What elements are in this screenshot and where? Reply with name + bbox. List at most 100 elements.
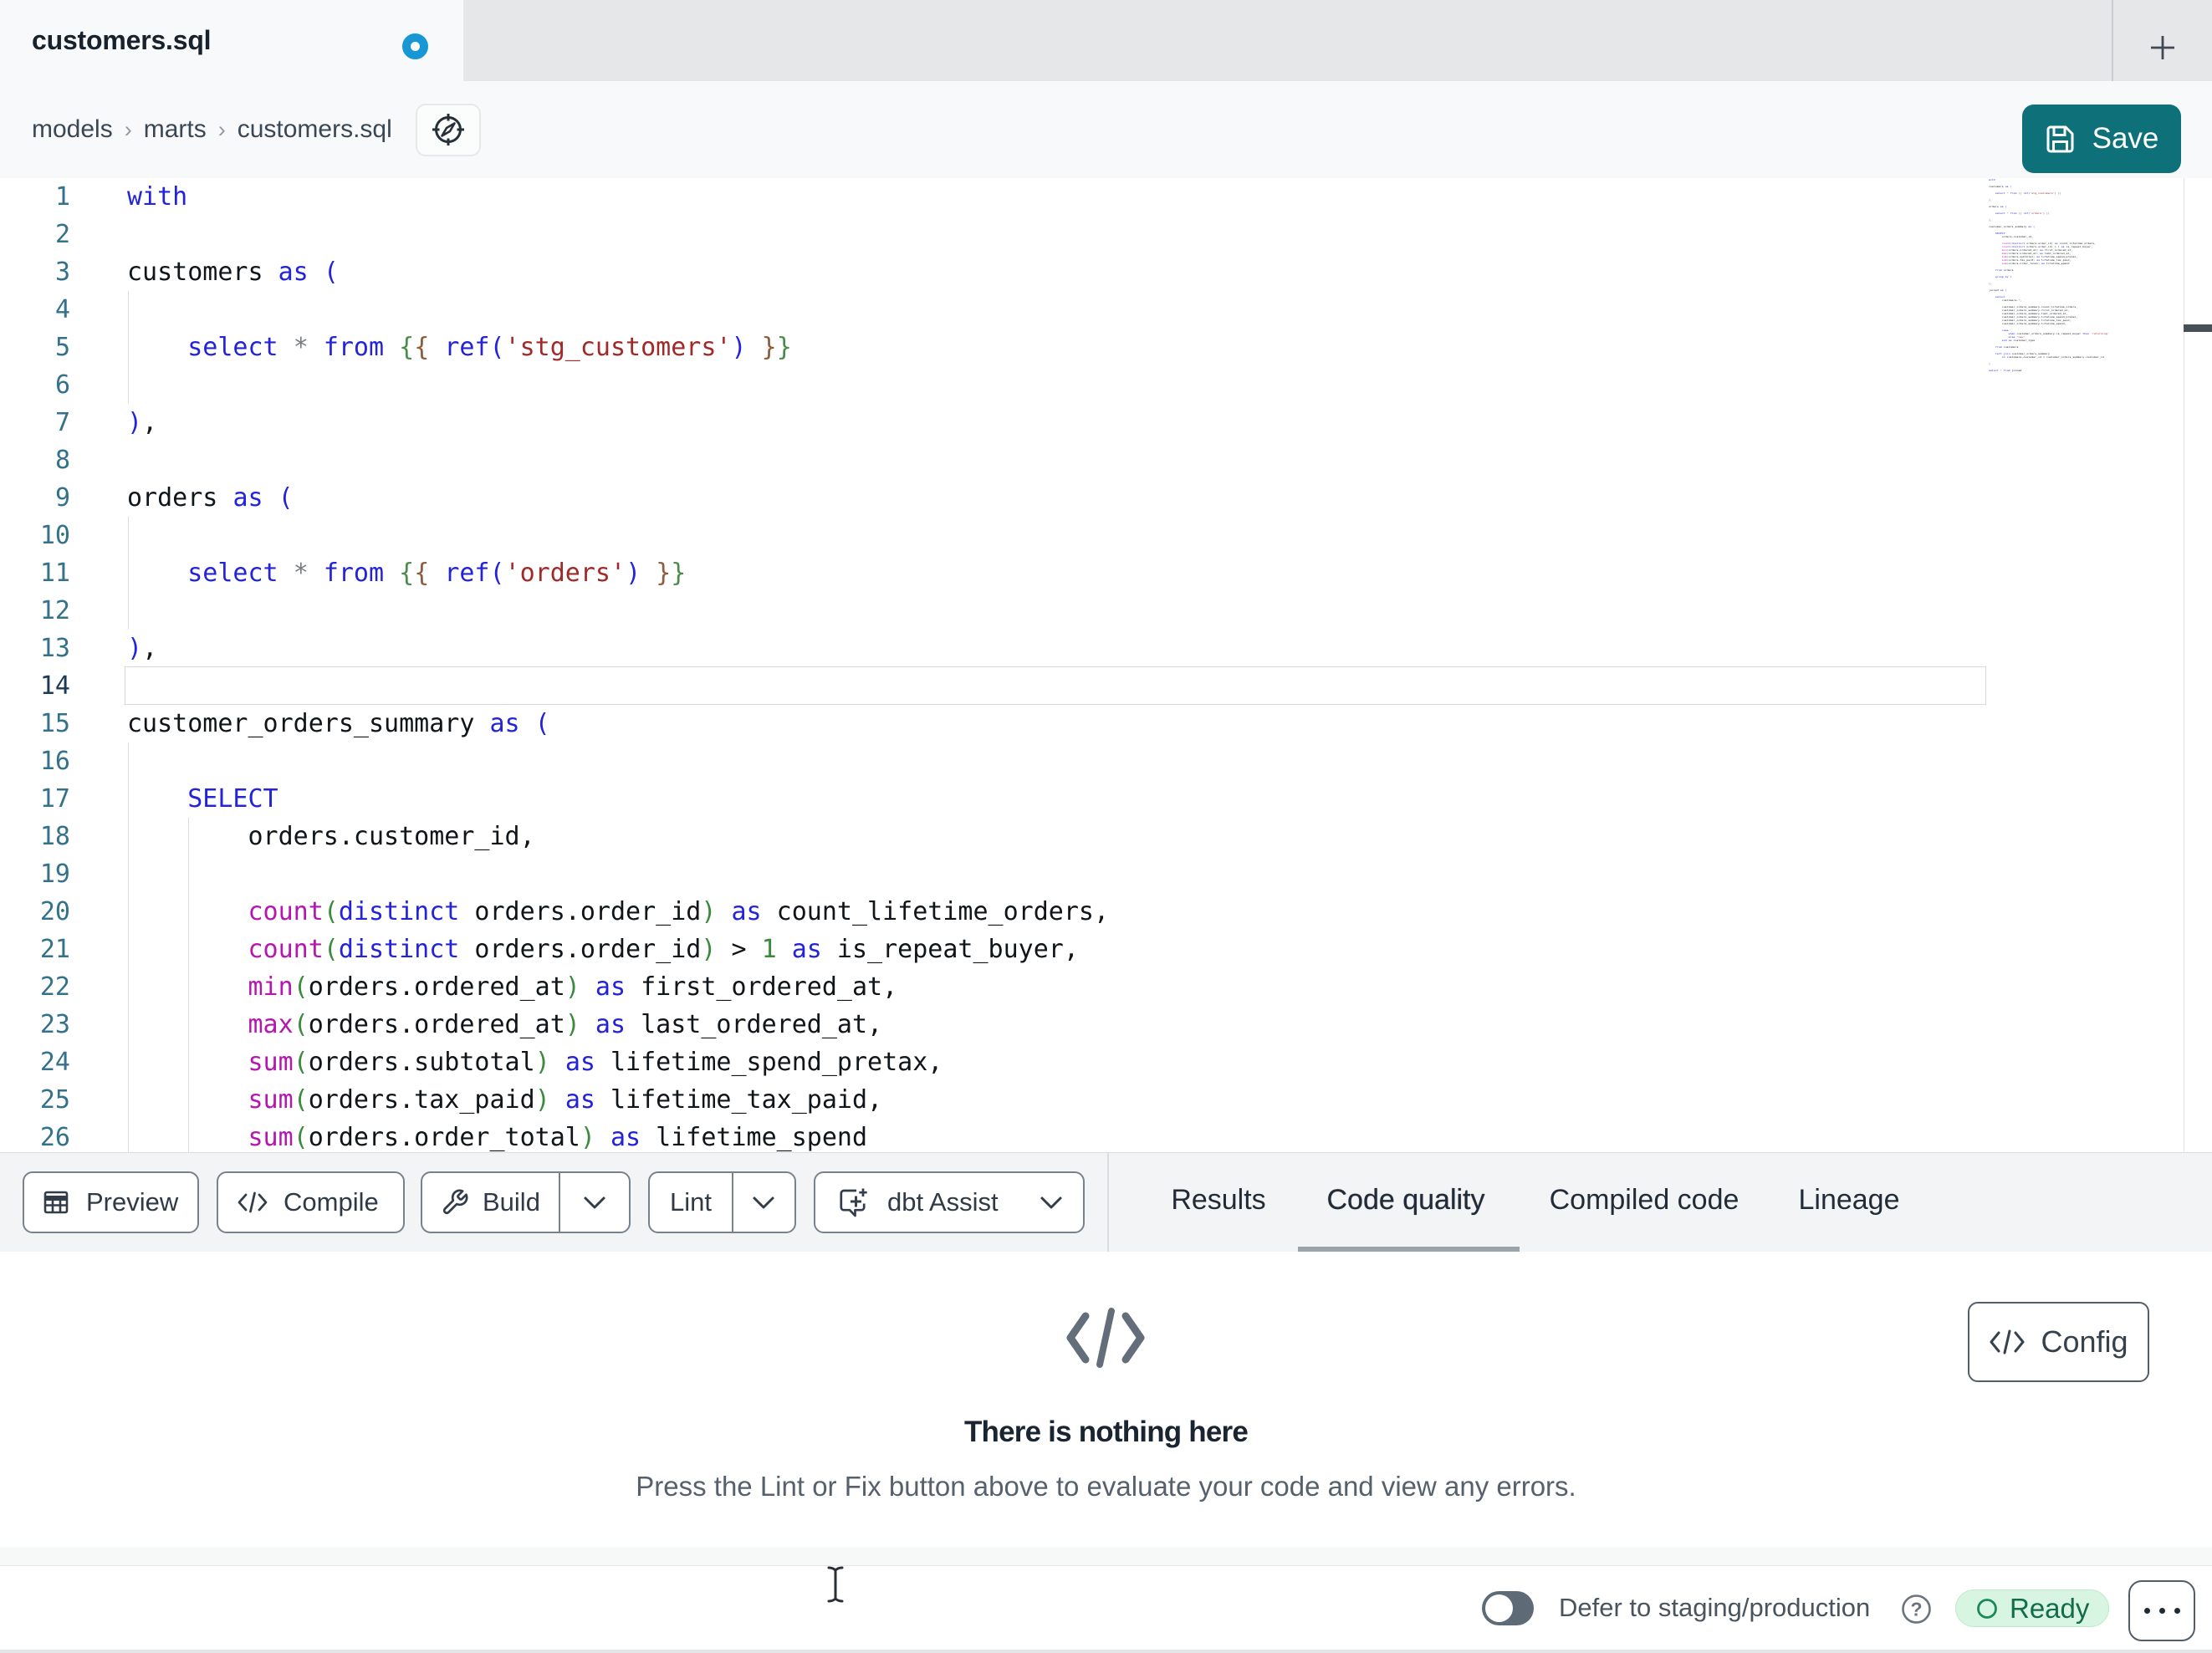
code-line: select * from joined: [1989, 369, 2022, 372]
editor-tab-bar: customers.sql: [0, 0, 2212, 81]
dbt-assist-button[interactable]: dbt Assist: [814, 1171, 1085, 1233]
defer-toggle-label: Defer to staging/production: [1559, 1593, 1871, 1622]
code-line: customer_orders_summary as (: [1989, 225, 2036, 228]
panel-tab-compiled-code[interactable]: Compiled code: [1550, 1153, 1739, 1247]
panel-tab-label: Lineage: [1798, 1183, 1900, 1216]
file-tab-label: customers.sql: [32, 25, 212, 55]
code-editor[interactable]: 1 2 3 4 5 6 7 8 9 10 11 12 13 14 15 16 17 18 19 20 21 22 23 24 2…: [0, 178, 2212, 1152]
table-icon: [43, 1191, 69, 1214]
build-split-button: Build: [421, 1171, 631, 1233]
assist-chat-icon: [840, 1188, 867, 1217]
open-lineage-button[interactable]: [415, 103, 481, 156]
line-number: 11: [39, 559, 70, 588]
compile-button[interactable]: Compile: [217, 1171, 405, 1233]
line-number: 25: [39, 1085, 70, 1115]
code-line: ),: [127, 408, 158, 437]
breadcrumb-item-models[interactable]: models: [32, 115, 113, 144]
code-line: min(orders.ordered_at) as first_ordered_…: [248, 972, 898, 1002]
line-number: 14: [39, 671, 70, 701]
defer-toggle[interactable]: [1482, 1591, 1534, 1625]
code-line: orders.customer_id,: [1989, 235, 2034, 238]
config-button-label: Config: [2041, 1324, 2128, 1359]
chevron-down-icon: [1040, 1196, 1062, 1208]
code-line: joined as (: [1989, 288, 2007, 292]
toggle-knob: [1485, 1594, 1513, 1622]
build-button[interactable]: Build: [422, 1173, 559, 1232]
line-number: 3: [54, 258, 70, 287]
tab-bar-divider: [2112, 0, 2113, 81]
save-button[interactable]: Save: [2022, 105, 2181, 173]
status-badge-label: Ready: [2010, 1592, 2090, 1624]
file-tab-customers-sql[interactable]: customers.sql: [0, 0, 463, 81]
ellipsis-icon: [2174, 1608, 2180, 1614]
lint-button-label: Lint: [670, 1187, 712, 1217]
code-line: from orders: [1995, 268, 2014, 272]
breadcrumb-item-marts[interactable]: marts: [144, 115, 207, 144]
ellipsis-icon: [2143, 1608, 2150, 1614]
panel-tab-lineage[interactable]: Lineage: [1798, 1153, 1899, 1247]
lint-button[interactable]: Lint: [650, 1173, 732, 1232]
line-number: 6: [54, 370, 70, 400]
code-line: from customers: [1995, 345, 2019, 349]
panel-tab-code-quality[interactable]: Code quality: [1326, 1153, 1484, 1247]
code-line: count(distinct orders.order_id) > 1 as i…: [248, 935, 1079, 964]
line-number: 7: [54, 408, 70, 437]
indent-guide: [128, 517, 129, 630]
code-icon: [1990, 1329, 2025, 1355]
code-line: sum(orders.order_total) as lifetime_spen…: [248, 1123, 868, 1152]
code-line: orders.customer_id,: [127, 822, 535, 851]
plus-icon: [2151, 35, 2174, 59]
line-number: 12: [39, 596, 70, 625]
code-line: sum(orders.tax_paid) as lifetime_tax_pai…: [248, 1085, 883, 1115]
help-icon[interactable]: ?: [1901, 1594, 1932, 1629]
more-options-button[interactable]: [2128, 1580, 2195, 1641]
panel-tab-label: Code quality: [1326, 1183, 1485, 1216]
line-number: 8: [54, 446, 70, 475]
chevron-down-icon: [753, 1196, 774, 1208]
empty-state-title: There is nothing here: [963, 1416, 1249, 1448]
code-line: SELECT: [187, 784, 278, 814]
code-line: customers as (: [1989, 185, 2012, 188]
lint-split-button: Lint: [648, 1171, 796, 1233]
line-number: 9: [54, 483, 70, 513]
code-icon: [238, 1191, 268, 1213]
panel-tab-results[interactable]: Results: [1171, 1153, 1265, 1247]
panel-tab-label: Compiled code: [1549, 1183, 1739, 1216]
lint-options-button[interactable]: [733, 1173, 794, 1232]
code-empty-state-icon: [1064, 1304, 1147, 1375]
preview-button[interactable]: Preview: [23, 1171, 199, 1233]
breadcrumb: models › marts › customers.sql: [32, 81, 481, 178]
line-number: 22: [39, 972, 70, 1002]
config-button[interactable]: Config: [1968, 1302, 2149, 1382]
line-number: 24: [39, 1048, 70, 1077]
svg-text:?: ?: [1910, 1599, 1922, 1620]
unsaved-changes-indicator-icon: [402, 33, 428, 59]
build-options-button[interactable]: [560, 1173, 629, 1232]
editor-minimap[interactable]: with customers as ( select * from {{ ref…: [1989, 178, 2156, 429]
line-number: 21: [39, 935, 70, 964]
new-tab-button[interactable]: [2138, 28, 2187, 67]
code-line: orders as (: [1989, 205, 2007, 208]
indent-guide: [128, 742, 129, 1152]
dbt-ide-window: customers.sql models › marts › customers…: [0, 0, 2212, 1653]
breadcrumb-item-customers-sql[interactable]: customers.sql: [238, 115, 392, 144]
line-number: 23: [39, 1010, 70, 1039]
line-number: 5: [54, 333, 70, 362]
compile-button-label: Compile: [284, 1187, 379, 1217]
code-line: count(distinct orders.order_id) as count…: [248, 897, 1110, 926]
wrench-icon: [442, 1189, 468, 1215]
line-number: 4: [54, 295, 70, 324]
code-line: sum(orders.order_total) as lifetime_spen…: [2001, 262, 2070, 265]
status-circle-icon: [1977, 1598, 1997, 1619]
code-line: customer_orders_summary.lifetime_spend,: [1989, 322, 2066, 325]
chevron-down-icon: [584, 1196, 605, 1208]
floppy-disk-icon: [2046, 125, 2074, 152]
indent-guide: [188, 818, 190, 1152]
